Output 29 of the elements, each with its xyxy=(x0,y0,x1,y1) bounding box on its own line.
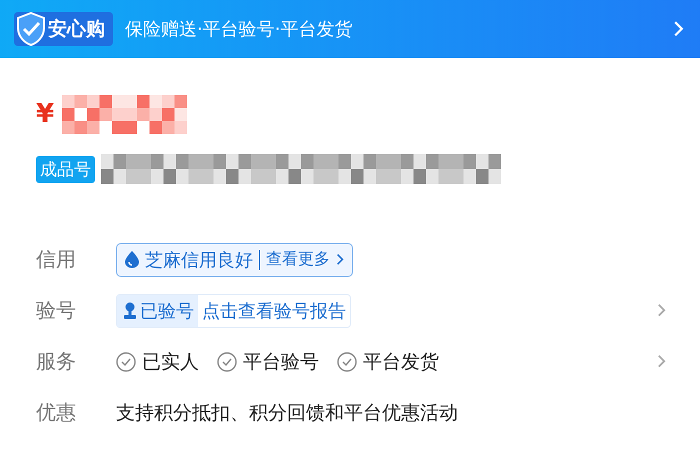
discount-text: 支持积分抵扣、积分回馈和平台优惠活动 xyxy=(116,400,458,426)
chevron-icon xyxy=(657,303,666,318)
credit-status: 芝麻信用良好 xyxy=(145,248,253,272)
verified-status: 已验号 xyxy=(140,300,194,322)
shield-check-icon xyxy=(16,12,46,46)
brand-name: 安心购 xyxy=(48,17,105,42)
product-tag: 成品号 xyxy=(36,156,95,182)
row-label: 验号 xyxy=(36,297,77,324)
chevron-icon xyxy=(336,253,344,266)
check-circle-icon xyxy=(337,352,357,372)
more-link[interactable]: 查看更多 xyxy=(266,249,330,270)
drop-icon xyxy=(125,251,139,268)
chevron-icon xyxy=(657,354,666,369)
banner[interactable]: 安心购 保险赠送·平台验号·平台发货 xyxy=(0,0,700,58)
check-circle-icon xyxy=(217,352,237,372)
report-link[interactable]: 点击查看验号报告 xyxy=(198,298,350,322)
service-label: 平台发货 xyxy=(363,350,439,374)
service-label: 已实人 xyxy=(142,350,199,374)
credit-badge[interactable]: 芝麻信用良好 查看更多 xyxy=(116,242,353,276)
row-label: 服务 xyxy=(36,348,77,375)
row-label: 优惠 xyxy=(36,399,77,426)
row-label: 信用 xyxy=(36,246,77,273)
currency-symbol: ¥ xyxy=(36,99,54,129)
verify-report-link[interactable]: 已验号 点击查看验号报告 xyxy=(116,294,351,328)
banner-text: 保险赠送·平台验号·平台发货 xyxy=(125,18,354,41)
check-circle-icon xyxy=(116,352,136,372)
person-icon xyxy=(123,302,137,319)
service-label: 平台验号 xyxy=(243,350,319,374)
chevron-icon xyxy=(673,20,684,38)
